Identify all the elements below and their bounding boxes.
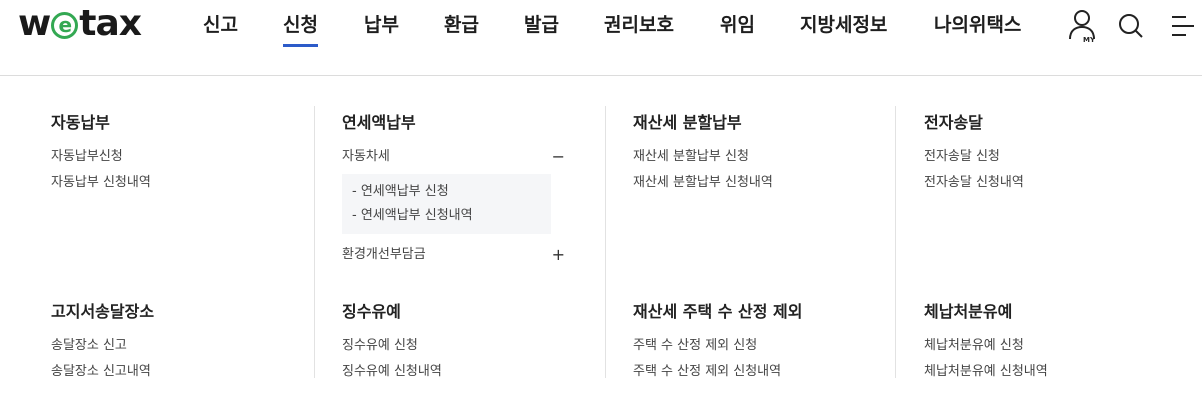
menu-group-collection-deferral: 징수유예 징수유예 신청 징수유예 신청내역 [342,301,442,385]
gnb-item-issue[interactable]: 발급 [524,12,559,38]
group-title: 자동납부 [51,113,110,132]
submenu-link[interactable]: - 연세액납부 신청 [352,180,551,204]
group-title: 전자송달 [924,113,983,132]
menu-link[interactable]: 체납처분유예 신청 [924,333,1048,359]
menu-group-property-installment: 재산세 분할납부 재산세 분할납부 신청 재산세 분할납부 신청내역 [633,112,773,196]
hamburger-icon [1172,16,1194,36]
menu-link[interactable]: 전자송달 신청내역 [924,170,1024,196]
menu-link[interactable]: 주택 수 산정 제외 신청내역 [633,359,802,385]
menu-group-e-delivery: 전자송달 전자송달 신청 전자송달 신청내역 [924,112,1024,196]
gnb-item-local-tax-info[interactable]: 지방세정보 [800,12,887,38]
menu-column-4: 전자송달 전자송달 신청 전자송달 신청내역 체납처분유예 체납처분유예 신청 … [924,106,1202,406]
group-title: 징수유예 [342,302,401,321]
wetax-logo[interactable]: w e tax [18,3,142,44]
menu-group-annual-pay: 연세액납부 자동차세 − - 연세액납부 신청 - 연세액납부 신청내역 환경개… [342,112,565,268]
logo-w: w [18,3,51,44]
gnb-item-report[interactable]: 신고 [203,12,238,38]
group-title: 재산세 분할납부 [633,113,742,132]
menu-group-disposition-deferral: 체납처분유예 체납처분유예 신청 체납처분유예 신청내역 [924,301,1048,385]
collapse-icon[interactable]: − [552,144,565,170]
my-page-button[interactable]: MY [1066,8,1100,44]
gnb-item-refund[interactable]: 환급 [444,12,479,38]
search-button[interactable] [1117,12,1145,40]
apply-mega-menu: 자동납부 자동납부신청 자동납부 신청내역 고지서송달장소 송달장소 신고 송달… [0,77,1202,403]
menu-link[interactable]: 자동납부 신청내역 [51,170,151,196]
group-title: 체납처분유예 [924,302,1013,321]
menu-link[interactable]: 징수유예 신청 [342,333,442,359]
column-divider [605,106,606,378]
site-header: w e tax 신고 신청 납부 환급 발급 권리보호 위임 지방세정보 나의위택스… [0,0,1202,76]
menu-link[interactable]: 재산세 분할납부 신청 [633,144,773,170]
toggle-label: 환경개선부담금 [342,247,426,262]
group-title: 재산세 주택 수 산정 제외 [633,302,803,321]
gnb-item-apply[interactable]: 신청 [283,12,318,47]
expand-icon[interactable]: + [552,242,565,268]
menu-link[interactable]: 송달장소 신고 [51,333,154,359]
menu-link[interactable]: 전자송달 신청 [924,144,1024,170]
menu-button[interactable] [1168,13,1198,39]
gnb-item-delegate[interactable]: 위임 [720,12,755,38]
user-icon: MY [1069,10,1096,44]
search-icon [1119,14,1143,38]
menu-link[interactable]: 송달장소 신고내역 [51,359,154,385]
menu-link[interactable]: 재산세 분할납부 신청내역 [633,170,773,196]
menu-group-delivery-address: 고지서송달장소 송달장소 신고 송달장소 신고내역 [51,301,154,385]
menu-link[interactable]: 자동납부신청 [51,144,151,170]
toggle-label: 자동차세 [342,149,390,164]
menu-link[interactable]: 체납처분유예 신청내역 [924,359,1048,385]
menu-group-auto-pay: 자동납부 자동납부신청 자동납부 신청내역 [51,112,151,196]
submenu-box: - 연세액납부 신청 - 연세액납부 신청내역 [342,174,551,234]
toggle-environment-charge[interactable]: 환경개선부담금 + [342,242,565,268]
menu-column-3: 재산세 분할납부 재산세 분할납부 신청 재산세 분할납부 신청내역 재산세 주… [633,106,923,406]
logo-tax: tax [79,3,142,44]
gnb-item-my-wetax[interactable]: 나의위택스 [934,12,1021,38]
gnb-item-rights[interactable]: 권리보호 [604,12,674,38]
group-title: 연세액납부 [342,113,416,132]
column-divider [895,106,896,378]
logo-e-mark: e [51,12,79,39]
column-divider [314,106,315,378]
toggle-car-tax[interactable]: 자동차세 − [342,144,565,170]
menu-link[interactable]: 주택 수 산정 제외 신청 [633,333,802,359]
submenu-link[interactable]: - 연세액납부 신청내역 [352,204,551,228]
menu-column-1: 자동납부 자동납부신청 자동납부 신청내역 고지서송달장소 송달장소 신고 송달… [51,106,341,406]
menu-group-housing-exclusion: 재산세 주택 수 산정 제외 주택 수 산정 제외 신청 주택 수 산정 제외 … [633,301,802,385]
my-label: MY [1083,36,1096,44]
gnb-item-pay[interactable]: 납부 [364,12,399,38]
menu-link[interactable]: 징수유예 신청내역 [342,359,442,385]
menu-column-2: 연세액납부 자동차세 − - 연세액납부 신청 - 연세액납부 신청내역 환경개… [342,106,632,406]
group-title: 고지서송달장소 [51,302,155,321]
